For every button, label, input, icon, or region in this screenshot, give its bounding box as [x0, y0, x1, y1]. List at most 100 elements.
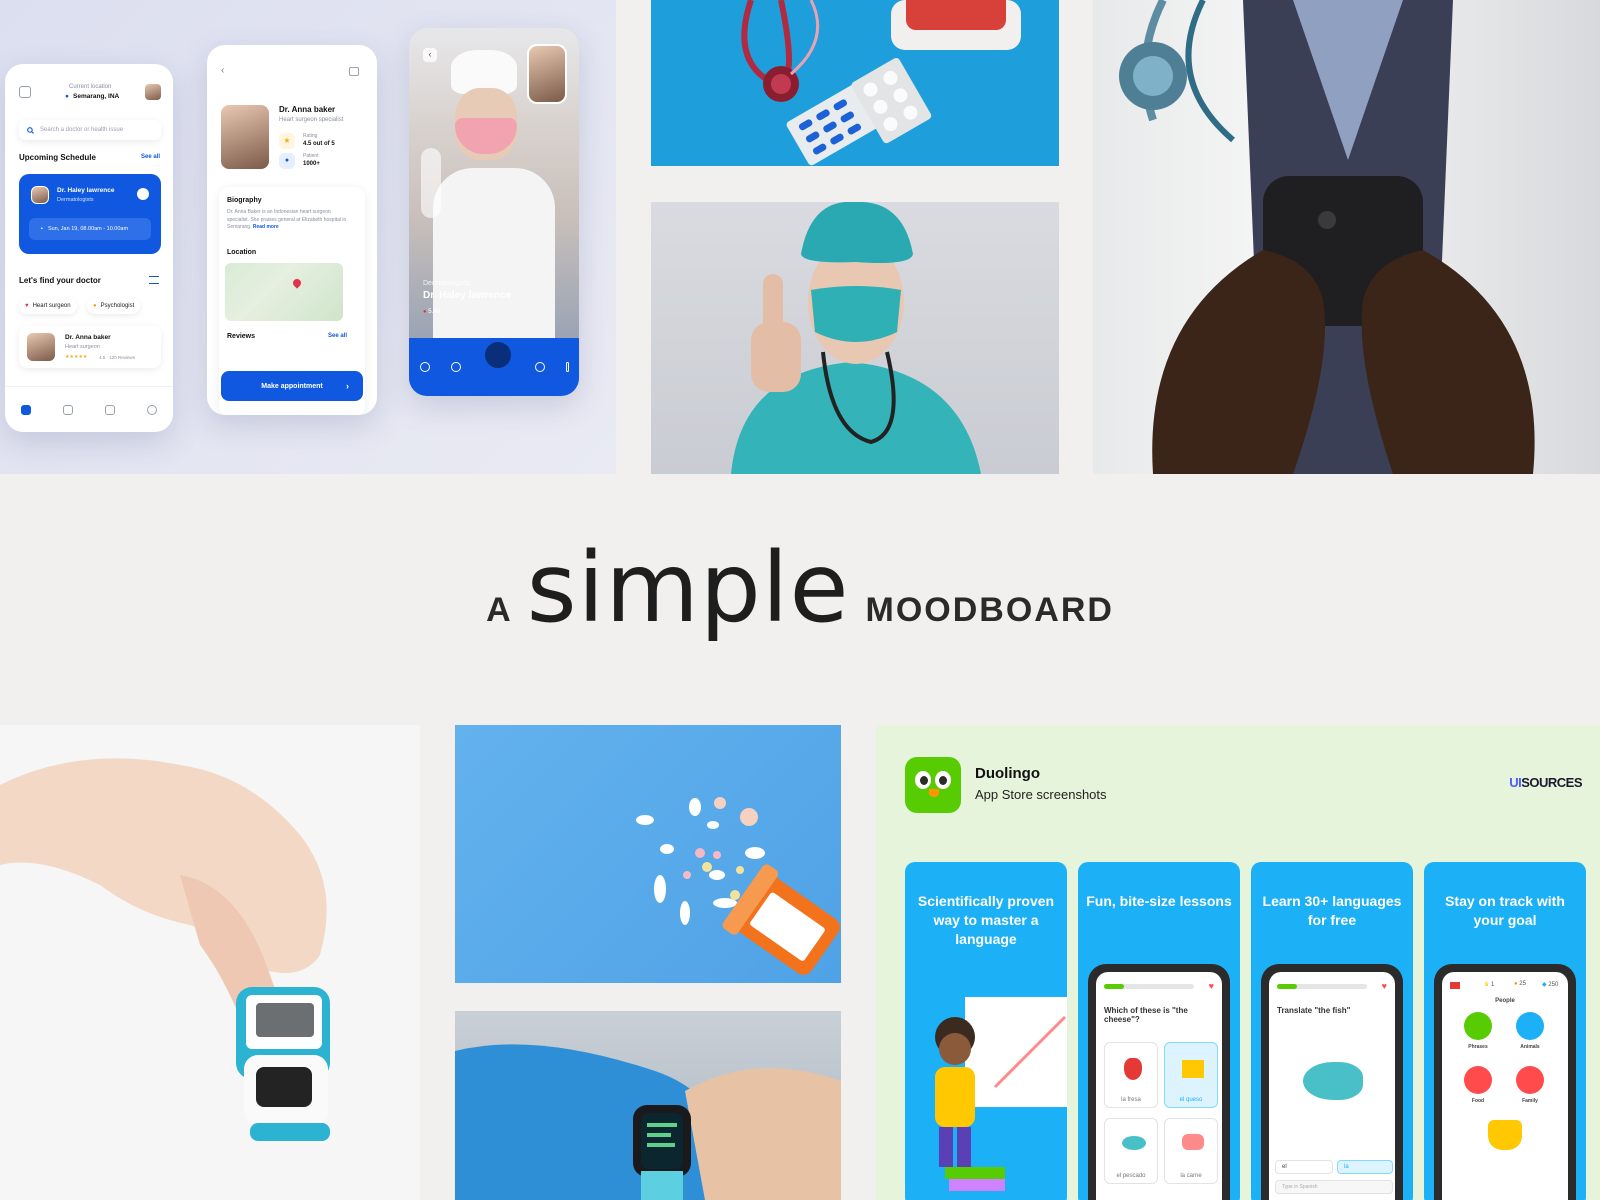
chevron-right-icon: ›	[346, 381, 349, 391]
location-label: Current location	[69, 84, 112, 90]
star-rating-icon: ★★★★★	[65, 354, 88, 360]
gems-count: ◆ 250	[1542, 982, 1559, 988]
rating-label: Rating	[303, 133, 318, 139]
word-chip-el[interactable]: el	[1275, 1160, 1333, 1174]
first-aid-kit-photo	[651, 0, 1059, 166]
option-fish[interactable]: el pescado	[1104, 1118, 1158, 1184]
self-view-thumbnail[interactable]	[527, 44, 567, 104]
doctor-specialty: Heart surgeon specialist	[279, 117, 344, 123]
option-meat[interactable]: la carne	[1164, 1118, 1218, 1184]
card-caption: Scientifically proven way to master a la…	[917, 893, 1055, 947]
patients-icon: ●	[279, 153, 295, 169]
home-screen-phone: Current location ● Semarang, INA Search …	[5, 64, 173, 432]
read-more-link[interactable]: Read more	[253, 224, 279, 230]
pills-bottle-photo	[455, 725, 841, 983]
skill-animals-icon[interactable]	[1516, 1012, 1544, 1040]
calendar-nav-icon[interactable]	[105, 404, 115, 415]
chip-label: Heart surgeon	[32, 303, 71, 309]
lesson-question: Which of these is "the cheese"?	[1104, 1006, 1188, 1024]
answer-input[interactable]: Type in Spanish	[1275, 1180, 1393, 1194]
back-chevron-icon[interactable]: ‹	[221, 65, 224, 76]
chip-psychologist[interactable]: ● Psychologist	[87, 298, 141, 314]
location-map[interactable]	[225, 263, 343, 321]
first-aid-kit-illustration	[741, 0, 1021, 166]
duolingo-card-2: Fun, bite-size lessons ♥ Which of these …	[1078, 862, 1240, 1200]
reviews-see-all-link[interactable]: See all	[328, 333, 347, 339]
find-doctor-heading: Let's find your doctor	[19, 276, 101, 285]
surgeon-thumbs-up-photo	[651, 202, 1059, 474]
translate-prompt: Translate "the fish"	[1277, 1006, 1351, 1015]
fish-icon	[1122, 1136, 1146, 1150]
doctor-card[interactable]: Dr. Anna baker Heart surgeon ★★★★★ 4.5 ·…	[19, 326, 161, 368]
patient-label: Patient	[303, 153, 319, 159]
smartwatch-photo	[455, 1011, 841, 1200]
skill-family-label: Family	[1522, 1098, 1538, 1104]
video-call-icon[interactable]	[137, 188, 149, 200]
chip-heart-surgeon[interactable]: ♥ Heart surgeon	[19, 298, 77, 314]
chat-icon[interactable]	[534, 362, 545, 372]
see-all-link[interactable]: See all	[141, 154, 160, 160]
end-call-button[interactable]	[481, 339, 514, 371]
microphone-icon[interactable]	[450, 362, 461, 372]
doctor-specialty: Heart surgeon	[65, 344, 100, 350]
uisources-suffix: SOURCES	[1521, 775, 1582, 790]
teacher-illustration	[935, 997, 1067, 1191]
back-chevron-icon[interactable]: ‹	[423, 48, 437, 62]
streak-count-value: 25	[1519, 981, 1526, 987]
rating-value: 4.5 out of 5	[303, 141, 335, 147]
phone-frame: ♛ 1 ● 25 ◆ 250 People Phrases Animals Fo…	[1434, 964, 1576, 1200]
skill-phrases-label: Phrases	[1468, 1044, 1488, 1050]
user-avatar[interactable]	[145, 84, 161, 100]
biography-heading: Biography	[227, 197, 262, 204]
trophy-icon	[1488, 1120, 1522, 1150]
duolingo-card-1: Scientifically proven way to master a la…	[905, 862, 1067, 1200]
strawberry-icon	[1124, 1058, 1142, 1080]
option-label: el queso	[1179, 1097, 1203, 1103]
profile-icon[interactable]	[147, 404, 157, 415]
skill-phrases-icon[interactable]	[1464, 1012, 1492, 1040]
camera-icon[interactable]	[419, 362, 430, 372]
schedule-doctor-avatar	[31, 186, 49, 204]
section-people: People	[1495, 998, 1515, 1004]
card-caption: Stay on track with your goal	[1445, 893, 1565, 928]
chip-label: Psychologist	[100, 303, 135, 309]
schedule-time-text: Sun, Jan 19, 08.00am - 10.00am	[47, 226, 129, 232]
doctor-smartphone-photo	[1093, 0, 1600, 474]
more-options-icon[interactable]	[565, 362, 569, 372]
make-appointment-button[interactable]: Make appointment ›	[221, 371, 363, 401]
filter-icon[interactable]	[149, 276, 159, 284]
spain-flag-icon	[1450, 982, 1460, 989]
bookmark-icon[interactable]	[349, 67, 359, 76]
star-icon: ★	[279, 133, 295, 149]
skill-food-icon[interactable]	[1464, 1066, 1492, 1094]
heart-icon: ♥	[1208, 981, 1214, 991]
cheese-icon	[1182, 1060, 1204, 1078]
oximeter-illustration	[0, 758, 330, 1141]
uisources-logo: UISOURCES	[1509, 775, 1582, 790]
duolingo-owl-logo-icon	[905, 757, 961, 813]
schedule-card[interactable]: Dr. Haley lawrence Dermatologists ▪ Sun,…	[19, 174, 161, 254]
video-doctor-name: Dr. Haley lawrence	[423, 290, 512, 301]
skill-animals-label: Animals	[1520, 1044, 1540, 1050]
make-appointment-label: Make appointment	[261, 382, 323, 390]
translate-screen: ♥ Translate "the fish" el la Type in Spa…	[1269, 972, 1395, 1200]
home-icon[interactable]	[21, 404, 31, 415]
option-label: el pescado	[1116, 1173, 1146, 1179]
option-label: la carne	[1180, 1173, 1202, 1179]
surgeon-illustration	[731, 202, 981, 474]
video-call-phone: ‹ Dermatologists Dr. Haley lawrence ● 5.…	[409, 28, 579, 396]
biography-body: Dr. Anna Baker is an Indonesian heart su…	[227, 209, 347, 230]
word-chip-la[interactable]: la	[1337, 1160, 1393, 1174]
skill-tree-screen: ♛ 1 ● 25 ◆ 250 People Phrases Animals Fo…	[1442, 972, 1568, 1200]
grid-menu-icon[interactable]	[19, 86, 31, 98]
messages-icon[interactable]	[63, 404, 73, 415]
phone-frame: ♥ Translate "the fish" el la Type in Spa…	[1261, 964, 1403, 1200]
search-input[interactable]: Search a doctor or health issue	[19, 120, 161, 140]
fish-character-icon	[1303, 1062, 1363, 1100]
volume-slider[interactable]	[421, 148, 441, 218]
pulse-oximeter-photo	[0, 725, 420, 1200]
option-label: la fresa	[1121, 1097, 1141, 1103]
map-pin-icon	[291, 277, 303, 289]
skill-family-icon[interactable]	[1516, 1066, 1544, 1094]
doctor-phone-illustration	[1119, 0, 1535, 474]
